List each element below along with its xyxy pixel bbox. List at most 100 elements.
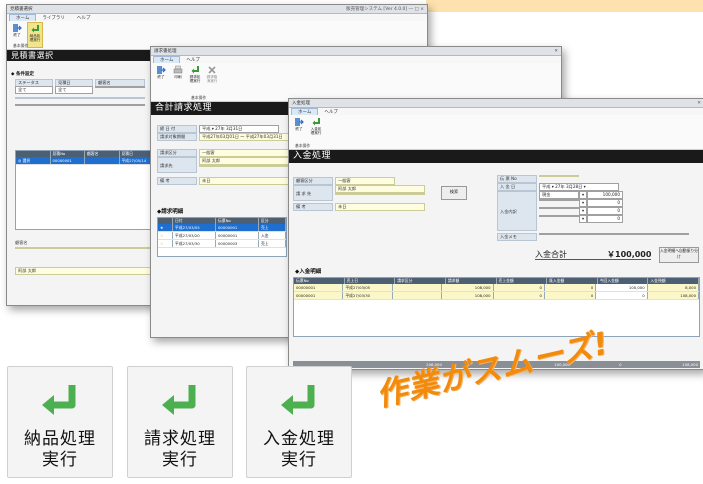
cell (85, 157, 120, 164)
invoice-cancel-button[interactable]: 請求取消実行 (205, 64, 219, 100)
delivery-exec-button[interactable]: 納品処理実行 (27, 22, 43, 48)
cell: 平成27/03/30 (343, 292, 393, 299)
invoice-cancel-label: 請求取消実行 (206, 75, 218, 83)
memo-input[interactable] (539, 233, 689, 235)
exit-button[interactable]: 終了 (154, 64, 168, 100)
menu-help[interactable]: ヘルプ (71, 15, 97, 21)
menu-home[interactable]: ホーム (291, 108, 319, 115)
menu-home[interactable]: ホーム (9, 14, 37, 21)
menu-home[interactable]: ホーム (153, 56, 181, 63)
breakdown-type-1[interactable]: 現金 (539, 191, 579, 199)
cell: 00000003 (216, 240, 259, 247)
delivery-exec-line2: 実行 (42, 450, 78, 470)
ribbon: 終了 印刷 請求処理実行 請求取消実行 基本操作 (151, 63, 561, 102)
period-label: 請求対象期間 (157, 133, 197, 141)
invoice-to-label: 請求先 (157, 157, 197, 173)
window-close[interactable]: ✕ (554, 49, 558, 54)
enter-arrow-icon (281, 385, 315, 415)
slip-no-label: 伝 票 No (497, 175, 537, 183)
breakdown-dropdown-4[interactable]: ▾ (579, 215, 587, 223)
breakdown-type-3[interactable] (539, 207, 579, 209)
delivery-exec-big-button[interactable]: 納品処理 実行 (7, 366, 113, 478)
payment-exec-label: 入金処理実行 (310, 127, 322, 135)
window-titlebar: 見積書選択 販売管理システム [Ver 4.0.0] ― □ × (7, 5, 427, 14)
cell: ☆ (158, 240, 173, 247)
exit-door-icon (293, 116, 305, 127)
cell: 00000001 (216, 232, 259, 239)
menu-library[interactable]: ライブラリ (36, 15, 71, 21)
payment-exec-line2: 実行 (281, 450, 317, 470)
note-label: 備 考 (157, 177, 197, 185)
table-row[interactable]: 00000001 平成27/03/05 108,000 0 0 100,000 … (294, 284, 699, 292)
search-button[interactable]: 検索 (441, 186, 467, 200)
billing-to-value2 (335, 193, 425, 195)
payment-exec-button[interactable]: 入金処理実行 (309, 116, 323, 148)
auto-allocate-button[interactable]: 入金明細へ自動振り分け (659, 247, 699, 263)
menu-bar: ホーム ヘルプ (151, 56, 561, 63)
table-row[interactable]: 00000001 平成27/03/30 108,000 0 0 0 108,00… (294, 292, 699, 300)
note-value: 未日 (199, 177, 289, 185)
enter-arrow-icon (310, 116, 322, 127)
filter-customer-input[interactable] (95, 86, 145, 88)
window-system-info: 販売管理システム [Ver 4.0.0] ― □ × (346, 7, 424, 12)
breakdown-amount-1[interactable]: 100,000 (587, 191, 623, 199)
breakdown-amount-3[interactable]: 0 (587, 207, 623, 215)
window-titlebar: 請求書処理 ✕ (151, 47, 561, 56)
table-row[interactable]: ☆ 平成27/03/30 00000003 売上 (158, 240, 286, 248)
table-row[interactable]: ☆ 平成27/03/20 00000001 入金 (158, 232, 286, 240)
menu-help[interactable]: ヘルプ (180, 57, 206, 63)
filter-row2-input[interactable] (15, 104, 145, 106)
enter-arrow-icon (189, 64, 201, 75)
breakdown-dropdown-1[interactable]: ▾ (579, 191, 587, 199)
exit-door-icon (11, 22, 23, 33)
invoice-exec-big-button[interactable]: 請求処理 実行 (127, 366, 233, 478)
cell: 100,000 (596, 284, 648, 291)
menu-bar: ホーム ヘルプ (289, 108, 703, 115)
filter-date-select[interactable]: 全て (55, 86, 93, 94)
invoice-to-value2 (199, 165, 289, 167)
cell: 00000001 (216, 224, 259, 231)
exit-label: 終了 (295, 127, 303, 131)
cell: ☆ (158, 232, 173, 239)
payment-detail-title: ◆入金明細 (295, 269, 322, 275)
invoice-exec-label: 請求処理実行 (189, 75, 201, 83)
cell: 108,000 (442, 292, 494, 299)
filter-row2 (15, 97, 145, 99)
filter-status-select[interactable]: 全て (15, 86, 53, 94)
window-title: 見積書選択 (10, 7, 33, 12)
cell: 0 (494, 292, 545, 299)
cell: 00000001 (294, 284, 344, 291)
background-banner-strip (426, 0, 703, 12)
menu-help[interactable]: ヘルプ (318, 109, 344, 115)
slip-no-value (539, 175, 579, 177)
window-close[interactable]: ✕ (697, 101, 701, 106)
customer-kind-label: 顧客区分 (293, 177, 333, 185)
breakdown-dropdown-3[interactable]: ▾ (579, 207, 587, 215)
window-titlebar: 入金処理 ✕ (289, 99, 703, 108)
cell: 108,000 (648, 292, 699, 299)
table-row[interactable]: ★ 平成27/03/05 00000001 売上 (158, 224, 286, 232)
invoice-detail-title: ◆請求明細 (157, 209, 184, 215)
customer-kind-value: 一般客 (335, 177, 395, 185)
payment-date-input[interactable]: 平成 ▾ 27年 3月28日 ▾ (539, 183, 619, 191)
table-row[interactable]: ◎ 選択 00000001 平成27/05/14 (16, 157, 154, 165)
breakdown-amount-2[interactable]: 0 (587, 199, 623, 207)
print-button[interactable]: 印刷 (171, 64, 185, 100)
printer-icon (172, 64, 184, 75)
cell: 0 (545, 292, 597, 299)
billing-to-value: 阿部 太郎 (335, 185, 425, 193)
breakdown-type-4[interactable] (539, 215, 579, 217)
cancel-x-icon (206, 64, 218, 75)
breakdown-dropdown-2[interactable]: ▾ (579, 199, 587, 207)
cell: 8,000 (648, 284, 699, 291)
cell: 入金 (259, 232, 286, 239)
exit-door-icon (155, 64, 167, 75)
payment-exec-big-button[interactable]: 入金処理 実行 (246, 366, 352, 478)
breakdown-type-2[interactable] (539, 199, 579, 201)
delivery-exec-line1: 納品処理 (24, 429, 96, 449)
close-date-input[interactable]: 平成 ▾ 27年 3月31日 (199, 125, 279, 133)
billing-to-label: 請 求 先 (293, 185, 333, 201)
breakdown-amount-4[interactable]: 0 (587, 215, 623, 223)
invoice-to-value: 阿部 太郎 (199, 157, 289, 165)
memo-label: 入金メモ (497, 233, 537, 241)
